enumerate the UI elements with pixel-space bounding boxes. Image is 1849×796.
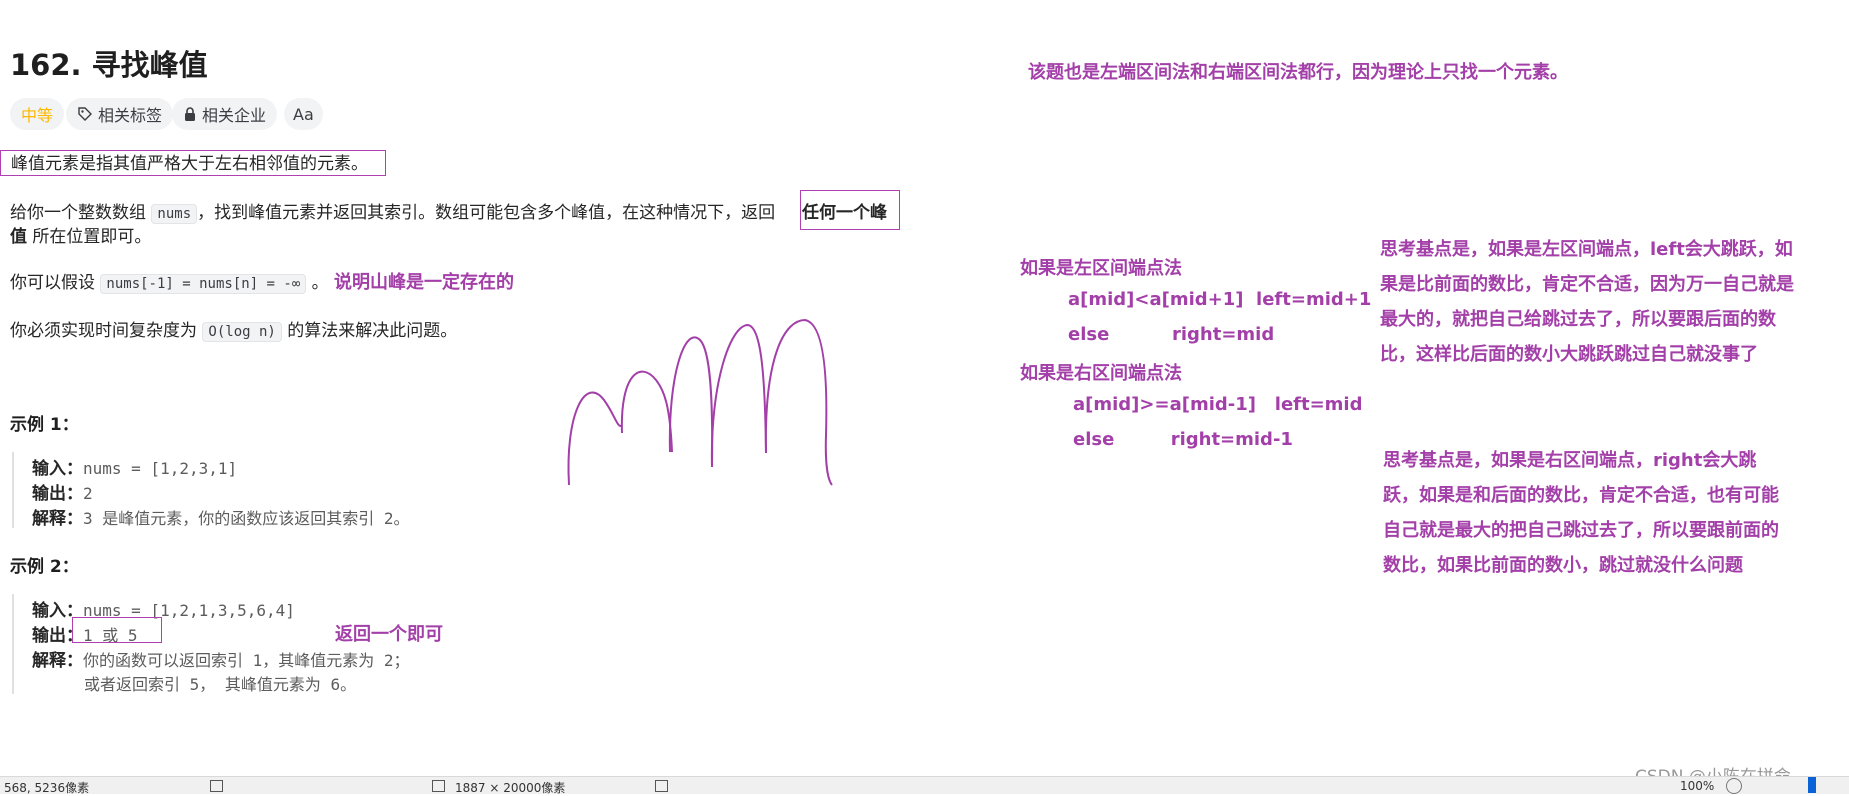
difficulty-badge[interactable]: 中等 [10,98,65,130]
desc-text-a: 给你一个整数数组 [10,203,152,223]
example-2-explain-1: 解释：你的函数可以返回索引 1，其峰值元素为 2； [32,646,410,671]
note-left-reason: 思考基点是，如果是左区间端点，left会大跳跃，如 果是比前面的数比，肯定不合适… [1380,232,1794,372]
related-companies-label: 相关企业 [202,106,267,125]
note-left-cond: a[mid]<a[mid+1] left=mid+1 [1068,289,1372,310]
any-peak-bold-2: 值 [10,227,27,247]
example-1-explain-label: 解释： [32,509,83,529]
example-1-explain-value: 3 是峰值元素，你的函数应该返回其索引 2。 [83,509,410,528]
assume-text-b: 。 [306,273,329,293]
description-line-2: 值 所在位置即可。 [10,224,151,250]
tag-icon [78,107,92,121]
note-right-title: 如果是右区间端点法 [1020,363,1182,384]
note-left-else: else right=mid [1068,324,1275,345]
example-1-explain: 解释：3 是峰值元素，你的函数应该返回其索引 2。 [32,504,410,529]
image-size: 1887 × 20000像素 [455,781,566,795]
note-right-else: else right=mid-1 [1073,429,1293,450]
selection-icon [210,780,223,792]
image-size-icon [432,780,445,792]
note-right-cond: a[mid]>=a[mid-1] left=mid [1073,394,1363,415]
problem-title: 162. 寻找峰值 [10,48,208,82]
complexity-text-b: 的算法来解决此问题。 [281,321,458,341]
note-mountain-exists: 说明山峰是一定存在的 [334,272,514,293]
note-right-reason-line: 思考基点是，如果是右区间端点，right会大跳 [1383,450,1757,471]
translate-button[interactable]: Aa [284,98,323,130]
note-left-title: 如果是左区间端点法 [1020,258,1182,279]
nums-code: nums [151,204,198,224]
any-peak-bold: 任何一个峰 [802,203,887,223]
description-line-1: 给你一个整数数组 nums ，找到峰值元素并返回其索引。数组可能包含多个峰值，在这… [10,200,775,227]
example-2-title: 示例 2： [10,557,79,577]
assume-text-a: 你可以假设 [10,273,101,293]
lock-icon [185,107,195,121]
example-2-explain-label: 解释： [32,651,83,671]
peak-definition-text: 峰值元素是指其值严格大于左右相邻值的元素。 [11,154,368,174]
example-1-input: 输入：nums = [1,2,3,1] [32,454,237,479]
desc-text-b: ，找到峰值元素并返回其索引。数组可能包含多个峰值，在这种情况下，返回 [197,203,776,223]
example-2-explain-2: 或者返回索引 5， 其峰值元素为 6。 [84,671,356,695]
note-right-reason: 思考基点是，如果是右区间端点，right会大跳 跃，如果是和后面的数比，肯定不合… [1383,443,1779,583]
status-bar: 568, 5236像素 1887 × 20000像素 100% [0,776,1849,795]
example-1-output: 输出：2 [32,479,93,504]
highlight-box-output [72,617,162,643]
file-size-icon [655,780,668,792]
note-return-one: 返回一个即可 [335,624,443,645]
note-left-reason-line: 思考基点是，如果是左区间端点，left会大跳跃，如 [1380,239,1793,260]
example-1-input-value: nums = [1,2,3,1] [83,459,238,478]
example-1-output-value: 2 [83,484,93,503]
example-2-explain-value-2: 或者返回索引 5， 其峰值元素为 6。 [84,675,357,694]
assumption-line: 你可以假设 nums[-1] = nums[n] = -∞ 。 [10,270,329,297]
note-right-reason-line: 自己就是最大的把自己跳过去了，所以要跟前面的 [1383,520,1779,541]
mountain-sketch [567,318,833,486]
complexity-code: O(log n) [202,322,282,342]
cursor-position: 568, 5236像素 [4,781,90,795]
example-1-bar [12,452,14,528]
example-1-title: 示例 1： [10,415,79,435]
related-tags-label: 相关标签 [98,106,163,125]
difficulty-label: 中等 [21,106,54,125]
note-left-reason-line: 最大的，就把自己给跳过去了，所以要跟后面的数 [1380,309,1776,330]
zoom-slider-thumb[interactable] [1808,777,1816,793]
example-2-bar [12,594,14,694]
example-1-output-label: 输出： [32,484,83,504]
note-left-reason-line: 比，这样比后面的数小大跳跃跳过自己就没事了 [1380,344,1758,365]
note-right-reason-line: 跃，如果是和后面的数比，肯定不合适，也有可能 [1383,485,1779,506]
example-2-explain-value-1: 你的函数可以返回索引 1，其峰值元素为 2； [83,651,410,670]
related-tags-button[interactable]: 相关标签 [66,98,174,130]
note-top: 该题也是左端区间法和右端区间法都行，因为理论上只找一个元素。 [1028,62,1568,83]
complexity-line: 你必须实现时间复杂度为 O(log n) 的算法来解决此问题。 [10,318,457,345]
zoom-level: 100% [1680,779,1715,793]
assumption-code: nums[-1] = nums[n] = -∞ [100,274,307,294]
example-1-input-label: 输入： [32,459,83,479]
desc-text-c: 所在位置即可。 [27,227,152,247]
complexity-text-a: 你必须实现时间复杂度为 [10,321,203,341]
translate-icon: Aa [293,104,314,124]
zoom-out-button[interactable] [1726,778,1742,794]
note-left-reason-line: 果是比前面的数比，肯定不合适，因为万一自己就是 [1380,274,1794,295]
peak-definition: 峰值元素是指其值严格大于左右相邻值的元素。 [0,150,386,176]
note-right-reason-line: 数比，如果比前面的数小，跳过就没什么问题 [1383,555,1743,576]
related-companies-button[interactable]: 相关企业 [172,98,278,130]
